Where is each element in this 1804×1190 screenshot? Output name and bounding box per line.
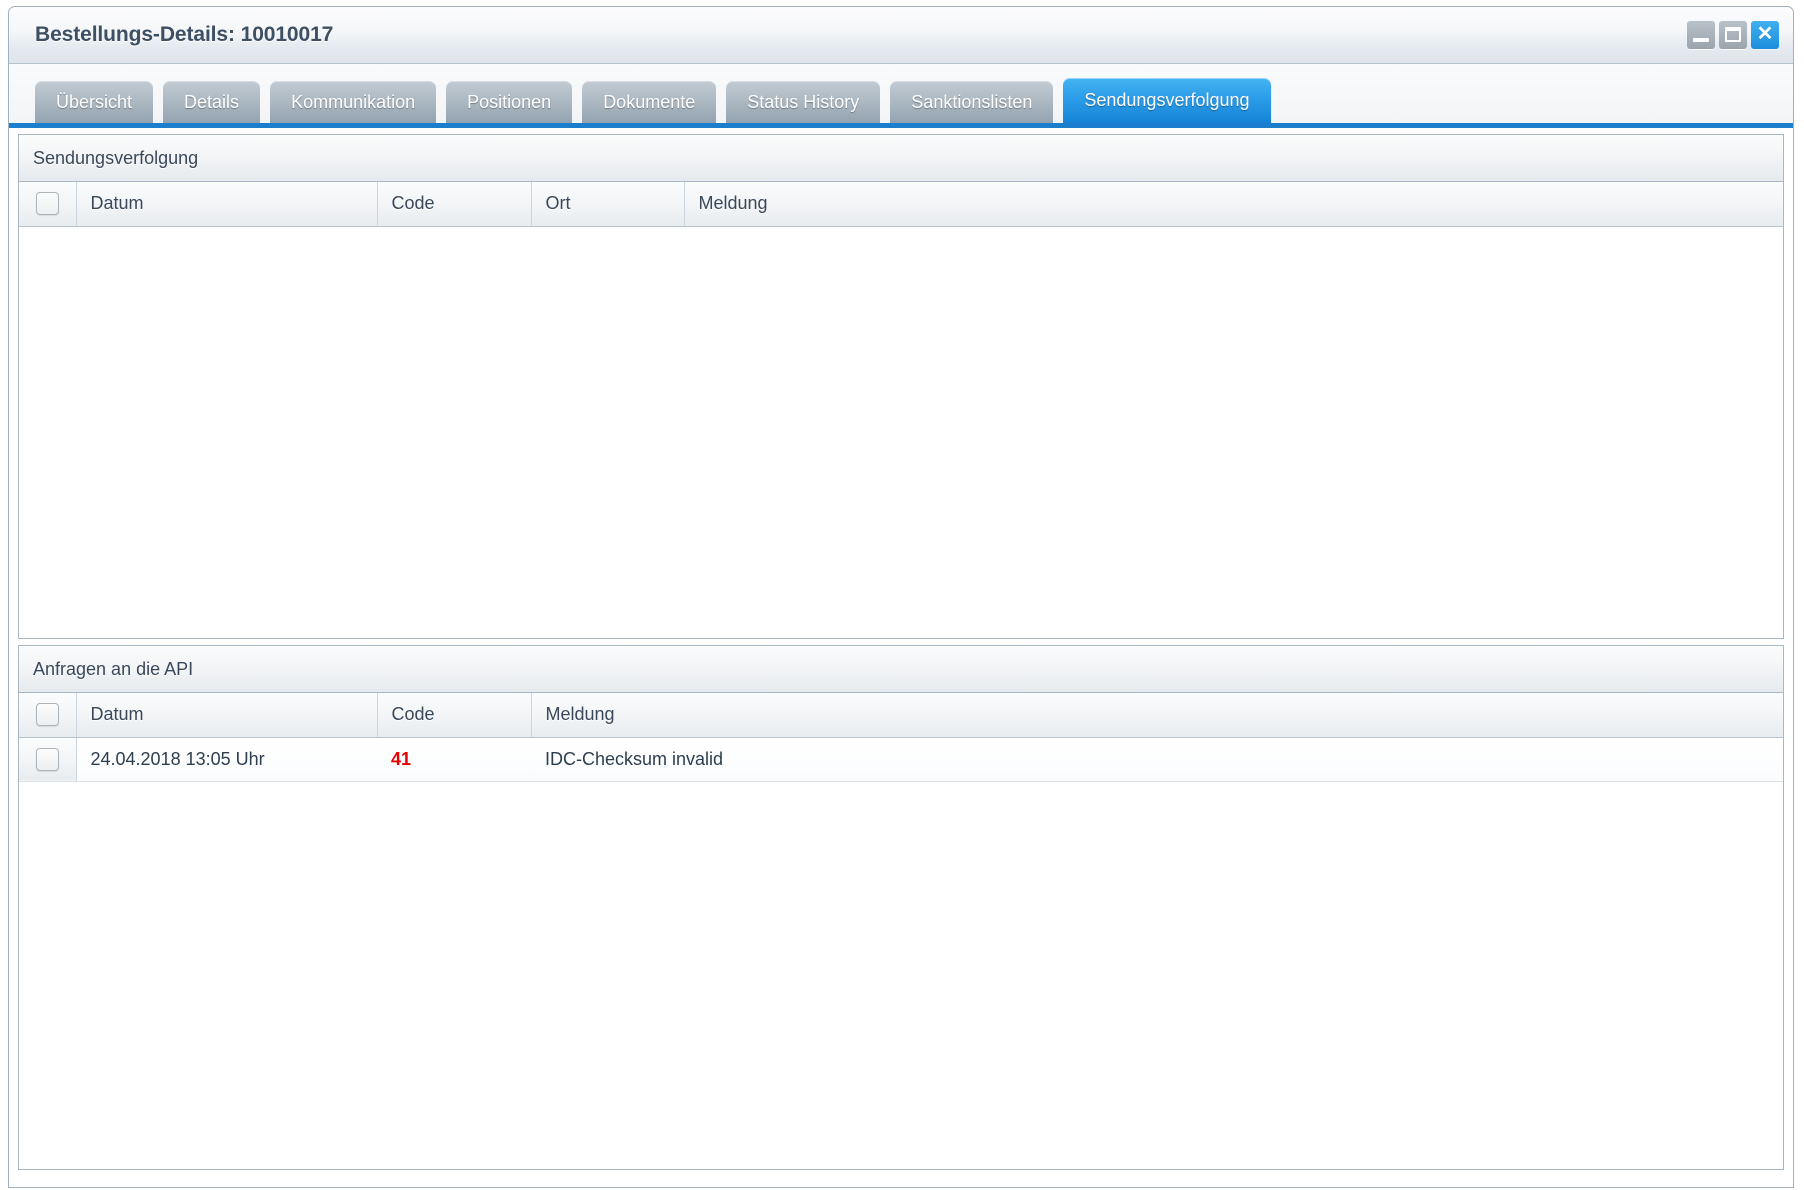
tracking-panel-header: Sendungsverfolgung	[19, 135, 1783, 182]
table-row[interactable]: 24.04.2018 13:05 Uhr 41 IDC-Checksum inv…	[19, 737, 1783, 782]
minimize-button[interactable]	[1687, 21, 1715, 49]
tab-sendungsverfolgung[interactable]: Sendungsverfolgung	[1063, 78, 1271, 123]
tracking-col-ort[interactable]: Ort	[531, 182, 685, 227]
tracking-header-row: Datum Code Ort Meldung	[19, 182, 1783, 227]
api-select-all-cell[interactable]	[19, 693, 77, 738]
api-requests-table: Datum Code Meldung 24.04.2018 13:05 Uhr …	[19, 693, 1783, 782]
tab-status-history[interactable]: Status History	[726, 81, 881, 123]
api-col-datum[interactable]: Datum	[76, 693, 378, 738]
api-cell-code: 41	[377, 737, 531, 782]
tracking-col-code[interactable]: Code	[377, 182, 532, 227]
api-panel-title: Anfragen an die API	[33, 658, 194, 679]
tab-kommunikation[interactable]: Kommunikation	[270, 81, 437, 123]
api-col-meldung[interactable]: Meldung	[531, 693, 1783, 738]
api-row-select-cell[interactable]	[19, 737, 77, 782]
tab-uebersicht[interactable]: Übersicht	[35, 81, 154, 123]
api-header-row: Datum Code Meldung	[19, 693, 1783, 738]
api-cell-meldung: IDC-Checksum invalid	[531, 737, 1783, 782]
tab-details[interactable]: Details	[163, 81, 261, 123]
tab-list: Übersicht Details Kommunikation Position…	[35, 78, 1271, 123]
window-titlebar: Bestellungs-Details: 10010017 ✕	[9, 7, 1793, 64]
api-panel-header: Anfragen an die API	[19, 646, 1783, 693]
tracking-col-datum[interactable]: Datum	[76, 182, 378, 227]
tracking-table: Datum Code Ort Meldung	[19, 182, 1783, 227]
window-title: Bestellungs-Details: 10010017	[35, 23, 334, 46]
api-requests-panel: Anfragen an die API Datum Code Meldung 2…	[18, 645, 1784, 1170]
tracking-panel-title: Sendungsverfolgung	[33, 147, 199, 168]
tracking-panel: Sendungsverfolgung Datum Code Ort Meldun…	[18, 134, 1784, 639]
close-button[interactable]: ✕	[1751, 21, 1779, 49]
minimize-icon	[1693, 38, 1709, 42]
tab-positionen[interactable]: Positionen	[446, 81, 573, 123]
tracking-select-all-cell[interactable]	[19, 182, 77, 227]
tracking-select-all-checkbox[interactable]	[35, 192, 59, 216]
tracking-col-meldung[interactable]: Meldung	[684, 182, 1783, 227]
tab-dokumente[interactable]: Dokumente	[582, 81, 717, 123]
order-details-window: Bestellungs-Details: 10010017 ✕ Übersich…	[8, 6, 1794, 1188]
api-table-body: 24.04.2018 13:05 Uhr 41 IDC-Checksum inv…	[19, 737, 1783, 782]
api-cell-datum: 24.04.2018 13:05 Uhr	[76, 737, 377, 782]
window-controls: ✕	[1687, 21, 1779, 49]
api-col-code[interactable]: Code	[377, 693, 532, 738]
tab-content: Sendungsverfolgung Datum Code Ort Meldun…	[9, 128, 1793, 1182]
api-select-all-checkbox[interactable]	[35, 703, 59, 727]
tab-bar: Übersicht Details Kommunikation Position…	[9, 64, 1793, 128]
close-icon: ✕	[1756, 23, 1774, 45]
restore-button[interactable]	[1719, 21, 1747, 49]
api-code-value: 41	[391, 748, 412, 769]
tab-sanktionslisten[interactable]: Sanktionslisten	[890, 81, 1054, 123]
restore-icon	[1725, 27, 1741, 42]
api-row-checkbox[interactable]	[35, 747, 59, 771]
